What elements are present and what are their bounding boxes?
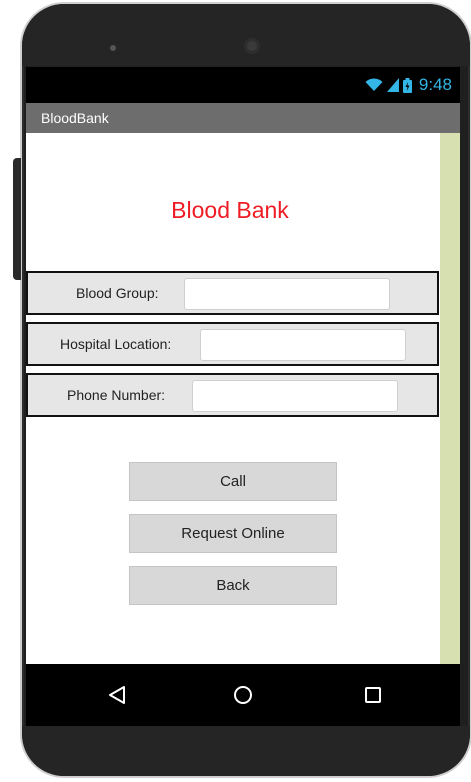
side-volume-button [13, 158, 21, 280]
bottom-bezel [22, 726, 470, 776]
status-bar: 9:48 [26, 67, 460, 103]
front-camera [244, 38, 260, 54]
blood-group-label: Blood Group: [76, 285, 159, 301]
wifi-icon [365, 78, 383, 92]
app-title-bar: BloodBank [26, 103, 460, 133]
proximity-sensor [110, 45, 116, 51]
status-icons: 9:48 [365, 75, 452, 95]
navigation-bar [26, 664, 460, 726]
back-triangle-icon[interactable] [104, 682, 130, 708]
home-circle-icon[interactable] [230, 682, 256, 708]
request-online-button[interactable]: Request Online [129, 514, 337, 553]
blood-group-row: Blood Group: [26, 271, 439, 315]
hospital-location-input[interactable] [200, 329, 406, 361]
hospital-location-row: Hospital Location: [26, 322, 439, 366]
back-button[interactable]: Back [129, 566, 337, 605]
phone-number-input[interactable] [192, 380, 398, 412]
app-screen: Blood Bank Blood Group: Hospital Locatio… [26, 133, 460, 664]
scroll-strip [440, 133, 460, 664]
top-bezel [22, 4, 470, 66]
blood-group-input[interactable] [184, 278, 390, 310]
page-title: Blood Bank [171, 197, 289, 223]
hospital-location-label: Hospital Location: [60, 336, 172, 352]
recents-square-icon[interactable] [360, 682, 386, 708]
battery-icon [402, 77, 412, 93]
phone-number-row: Phone Number: [26, 373, 439, 417]
signal-icon [386, 78, 399, 92]
app-title: BloodBank [41, 110, 109, 126]
phone-number-label: Phone Number: [67, 387, 166, 403]
status-time: 9:48 [418, 75, 452, 94]
call-button[interactable]: Call [129, 462, 337, 501]
